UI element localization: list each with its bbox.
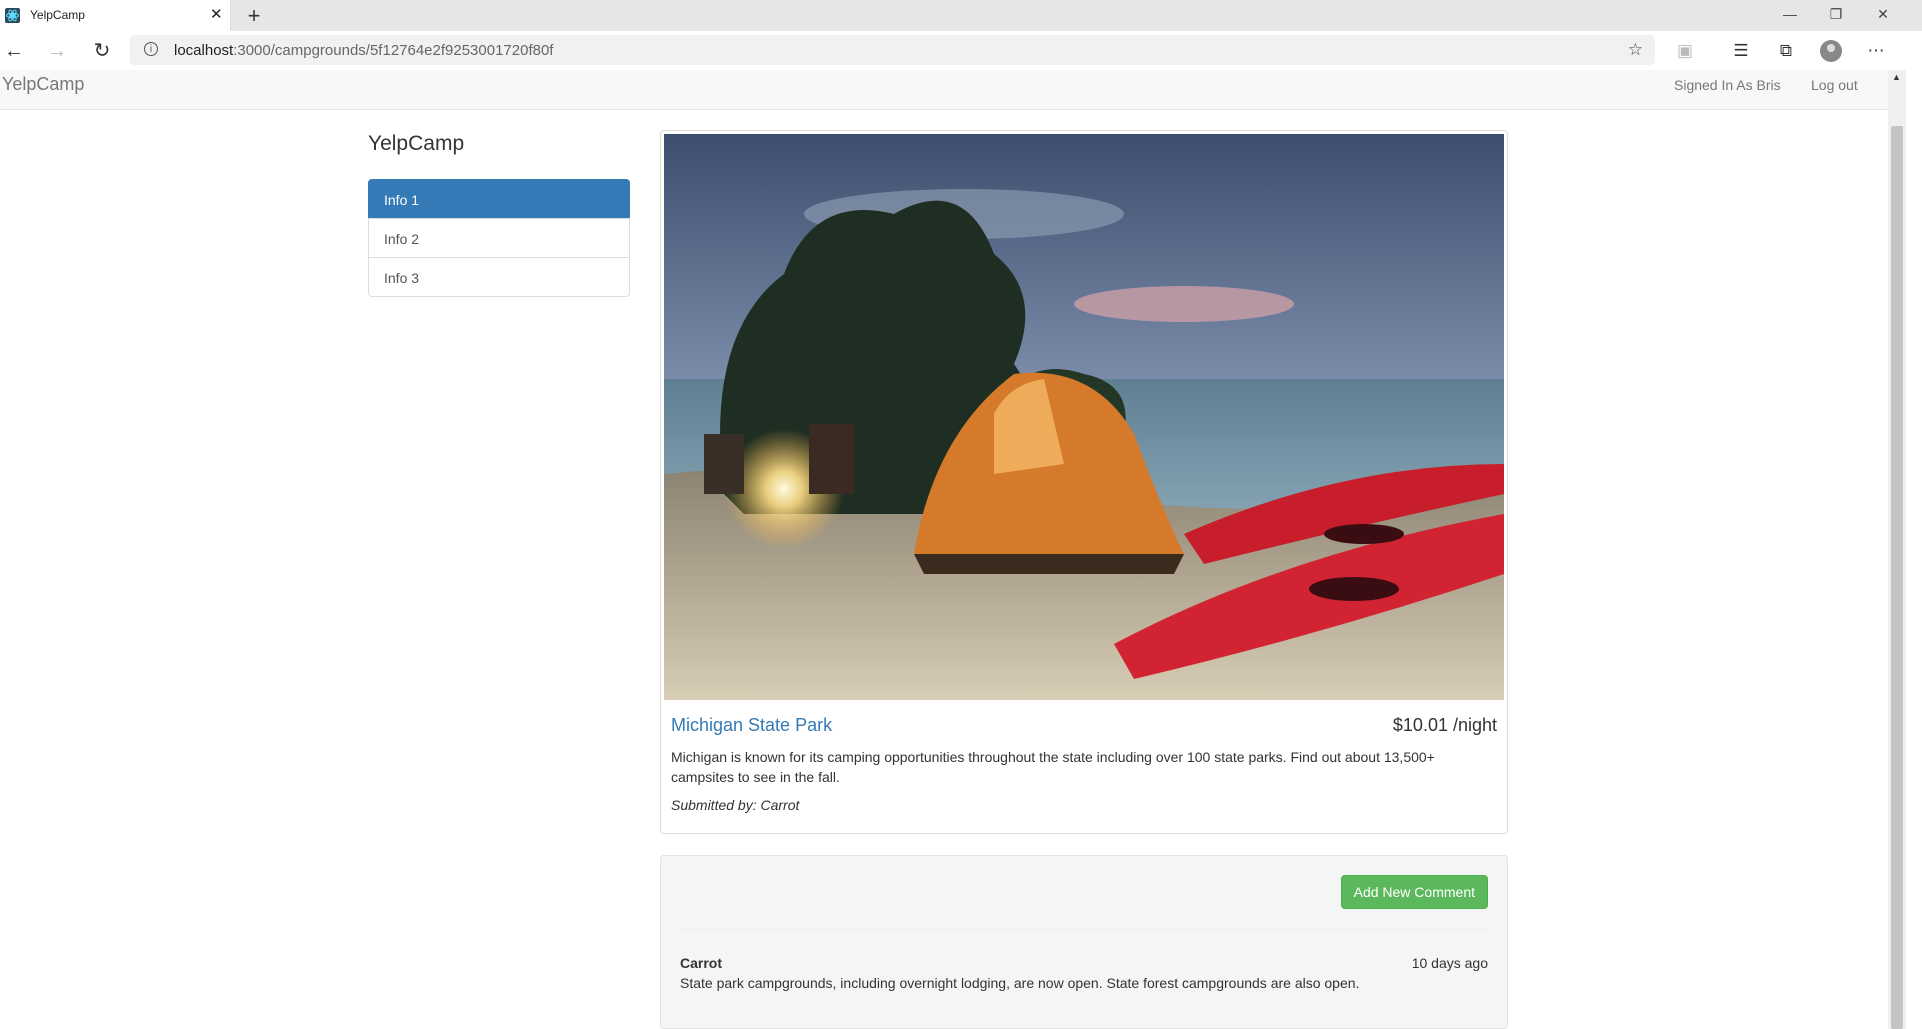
minimize-icon[interactable]: — [1775,6,1805,22]
signed-in-link[interactable]: Signed In As Bris [1674,77,1781,93]
site-info-icon[interactable]: i [144,42,158,56]
back-icon[interactable]: ← [2,40,26,62]
campground-photo [664,134,1504,700]
campground-price: $10.01 /night [1392,715,1497,735]
new-tab-icon[interactable]: + [240,2,268,30]
comment-text: State park campgrounds, including overni… [680,975,1360,991]
restore-icon[interactable]: ❐ [1821,6,1851,23]
comment-author: Carrot [680,955,723,971]
close-tab-icon[interactable]: ✕ [210,5,223,25]
logout-link[interactable]: Log out [1811,77,1858,93]
submitted-by: Submitted by: Carrot [671,797,800,813]
window-edge [1906,70,1922,1029]
scrollbar-thumb[interactable] [1891,126,1903,1029]
profile-avatar-icon[interactable] [1820,40,1842,62]
scroll-up-icon[interactable]: ▲ [1892,72,1901,82]
collections-icon[interactable]: ⧉ [1775,40,1797,62]
list-item-info-2[interactable]: Info 2 [368,218,630,258]
campground-card: Michigan State Park $10.01 /night Michig… [660,130,1508,834]
comments-divider [680,929,1488,930]
campground-description: Michigan is known for its camping opport… [671,749,1435,785]
browser-tab-strip: YelpCamp ✕ + — ❐ ✕ [0,0,1922,31]
campground-name-link[interactable]: Michigan State Park [671,715,832,736]
list-item-info-3[interactable]: Info 3 [368,257,630,297]
page-viewport: YelpCamp Signed In As Bris Log out YelpC… [0,70,1888,1029]
url-text[interactable]: localhost:3000/campgrounds/5f12764e2f925… [174,42,553,59]
browser-toolbar: ← → ↻ i localhost:3000/campgrounds/5f127… [0,31,1922,71]
favorites-icon[interactable]: ☰ [1730,40,1752,62]
comments-well: Add New Comment Carrot 10 days ago State… [660,855,1508,1029]
favorite-star-icon[interactable]: ☆ [1628,40,1643,60]
navbar-brand[interactable]: YelpCamp [2,74,84,95]
add-comment-button[interactable]: Add New Comment [1340,875,1488,909]
address-bar[interactable]: i localhost:3000/campgrounds/5f12764e2f9… [130,35,1655,65]
browser-tab[interactable]: YelpCamp ✕ [0,0,231,31]
list-item-info-1[interactable]: Info 1 [368,179,630,219]
info-list-group: Info 1 Info 2 Info 3 [368,179,630,297]
more-menu-icon[interactable]: ⋯ [1865,40,1887,62]
close-window-icon[interactable]: ✕ [1868,6,1898,23]
sidebar-heading: YelpCamp [368,132,465,155]
navbar: YelpCamp Signed In As Bris Log out [0,70,1888,110]
forward-icon[interactable]: → [45,40,69,62]
tab-title: YelpCamp [30,8,85,22]
refresh-icon[interactable]: ↻ [90,40,114,62]
site-favicon-icon [5,8,20,23]
extension-icon[interactable]: ▣ [1674,40,1696,62]
page-scrollbar[interactable]: ▲ [1888,70,1906,1029]
comment-time: 10 days ago [1411,955,1488,971]
